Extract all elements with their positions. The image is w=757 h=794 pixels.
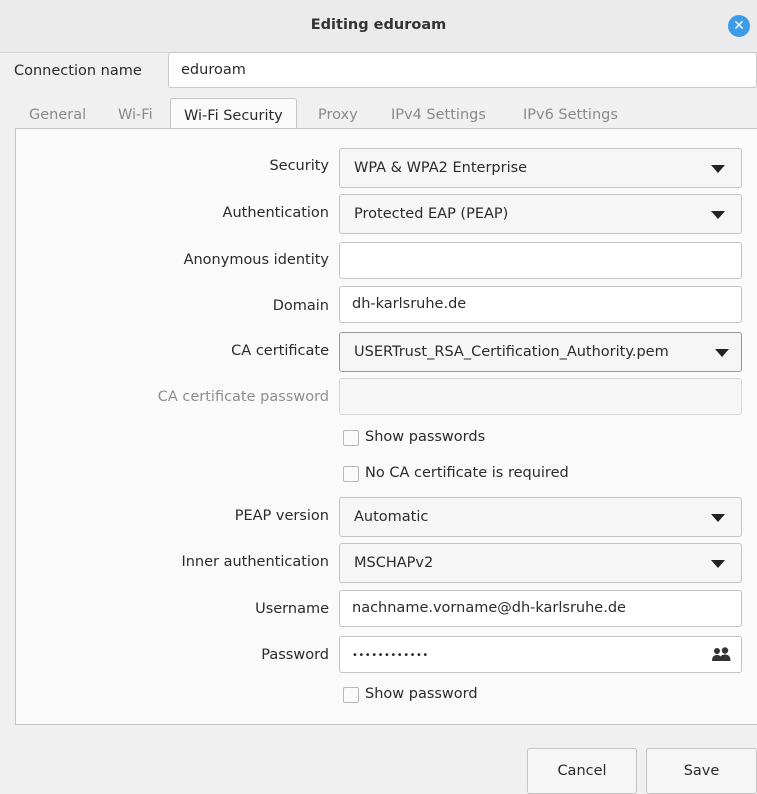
authentication-value: Protected EAP (PEAP): [354, 206, 509, 222]
ca-certificate-password-input: [339, 378, 742, 415]
dropdown-arrow-icon: [711, 560, 725, 568]
authentication-dropdown[interactable]: Protected EAP (PEAP): [339, 194, 742, 234]
window-title: Editing eduroam: [310, 17, 447, 33]
ca-certificate-chooser[interactable]: USERTrust_RSA_Certification_Authority.pe…: [339, 332, 742, 372]
security-dropdown[interactable]: WPA & WPA2 Enterprise: [339, 148, 742, 188]
inner-authentication-dropdown[interactable]: MSCHAPv2: [339, 543, 742, 583]
peap-version-label: PEAP version: [234, 508, 329, 524]
save-button[interactable]: Save: [646, 748, 757, 794]
password-label: Password: [261, 647, 329, 663]
connection-name-input[interactable]: eduroam: [168, 52, 757, 88]
peap-version-dropdown[interactable]: Automatic: [339, 497, 742, 537]
tab-wifi[interactable]: Wi-Fi: [118, 107, 153, 123]
connection-name-label: Connection name: [14, 63, 142, 79]
username-label: Username: [255, 601, 329, 617]
security-value: WPA & WPA2 Enterprise: [354, 160, 528, 176]
password-value: ••••••••••••: [352, 650, 429, 661]
close-icon: ✕: [733, 18, 745, 34]
inner-authentication-label: Inner authentication: [181, 554, 329, 570]
title-bar: Editing eduroam ✕: [0, 0, 757, 53]
show-passwords-checkbox[interactable]: [343, 430, 359, 446]
dropdown-arrow-icon: [711, 514, 725, 522]
tab-general[interactable]: General: [29, 107, 86, 123]
tab-ipv4-settings[interactable]: IPv4 Settings: [391, 107, 486, 123]
password-input[interactable]: ••••••••••••: [339, 636, 742, 673]
dropdown-arrow-icon: [715, 349, 729, 357]
show-password-checkbox[interactable]: [343, 687, 359, 703]
peap-version-value: Automatic: [354, 509, 429, 525]
tab-bar: General Wi-Fi Wi-Fi Security Proxy IPv4 …: [0, 98, 757, 129]
domain-label: Domain: [272, 298, 329, 314]
inner-authentication-value: MSCHAPv2: [354, 555, 434, 571]
tab-proxy[interactable]: Proxy: [318, 107, 358, 123]
tab-wifi-security[interactable]: Wi-Fi Security: [170, 98, 297, 129]
no-ca-required-checkbox[interactable]: [343, 466, 359, 482]
ca-certificate-value: USERTrust_RSA_Certification_Authority.pe…: [354, 344, 669, 360]
ca-certificate-label: CA certificate: [231, 343, 329, 359]
ca-certificate-password-label: CA certificate password: [157, 389, 329, 405]
no-ca-required-label: No CA certificate is required: [365, 465, 569, 481]
anonymous-identity-input[interactable]: [339, 242, 742, 279]
dropdown-arrow-icon: [711, 211, 725, 219]
authentication-label: Authentication: [222, 205, 329, 221]
dropdown-arrow-icon: [711, 165, 725, 173]
cancel-button[interactable]: Cancel: [527, 748, 637, 794]
username-input[interactable]: nachname.vorname@dh-karlsruhe.de: [339, 590, 742, 627]
domain-input[interactable]: dh-karlsruhe.de: [339, 286, 742, 323]
security-label: Security: [269, 158, 329, 174]
password-storage-icon[interactable]: [711, 646, 731, 662]
anonymous-identity-label: Anonymous identity: [183, 252, 329, 268]
show-passwords-label: Show passwords: [365, 429, 486, 445]
show-password-label: Show password: [365, 686, 478, 702]
close-button[interactable]: ✕: [728, 15, 750, 37]
tab-ipv6-settings[interactable]: IPv6 Settings: [523, 107, 618, 123]
